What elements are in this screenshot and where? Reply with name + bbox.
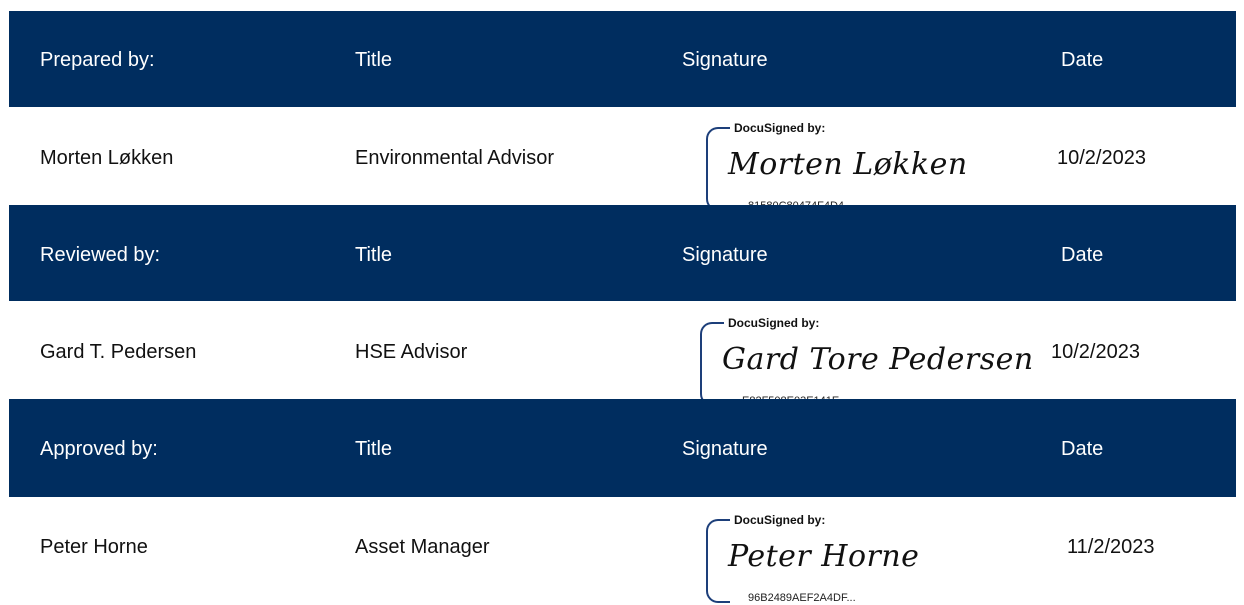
header-signature: Signature [682,244,768,266]
person-date: 10/2/2023 [1051,341,1140,363]
docusign-signature-block: DocuSigned by: Peter Horne 96B2489AEF2A4… [706,513,1036,605]
person-row-approved: Peter Horne Asset Manager 11/2/2023 [9,497,1236,605]
envelope-id: 96B2489AEF2A4DF... [746,592,858,604]
docusigned-label: DocuSigned by: [726,316,822,330]
header-signature: Signature [682,49,768,71]
signature-bracket [706,127,730,211]
header-title: Title [355,244,393,266]
header-band-approved: Approved by: Title Signature Date [9,399,1236,497]
header-title: Title [355,438,393,460]
header-date: Date [1061,438,1104,460]
person-name: Peter Horne [40,536,148,558]
header-date: Date [1061,244,1104,266]
person-date: 10/2/2023 [1057,147,1146,169]
person-title: Environmental Advisor [355,147,554,169]
header-role: Approved by: [40,438,158,460]
signature-bracket [706,519,730,603]
docusigned-label: DocuSigned by: [732,121,828,135]
handwritten-signature: Morten Løkken [728,147,968,182]
person-title: Asset Manager [355,536,490,558]
header-band-prepared: Prepared by: Title Signature Date [9,11,1236,107]
header-title: Title [355,49,393,71]
header-date: Date [1061,49,1104,71]
header-role: Prepared by: [40,49,155,71]
header-role: Reviewed by: [40,244,161,266]
signature-bracket [700,322,724,406]
person-row-reviewed: Gard T. Pedersen HSE Advisor 10/2/2023 [9,301,1236,399]
person-name: Morten Løkken [40,147,174,169]
person-name: Gard T. Pedersen [40,341,197,363]
header-signature: Signature [682,438,768,460]
docusigned-label: DocuSigned by: [732,513,828,527]
person-title: HSE Advisor [355,341,468,363]
header-band-reviewed: Reviewed by: Title Signature Date [9,205,1236,301]
handwritten-signature: Gard Tore Pedersen [722,342,1034,377]
person-date: 11/2/2023 [1067,536,1155,558]
handwritten-signature: Peter Horne [728,539,920,574]
person-row-prepared: Morten Løkken Environmental Advisor 10/2… [9,107,1236,205]
